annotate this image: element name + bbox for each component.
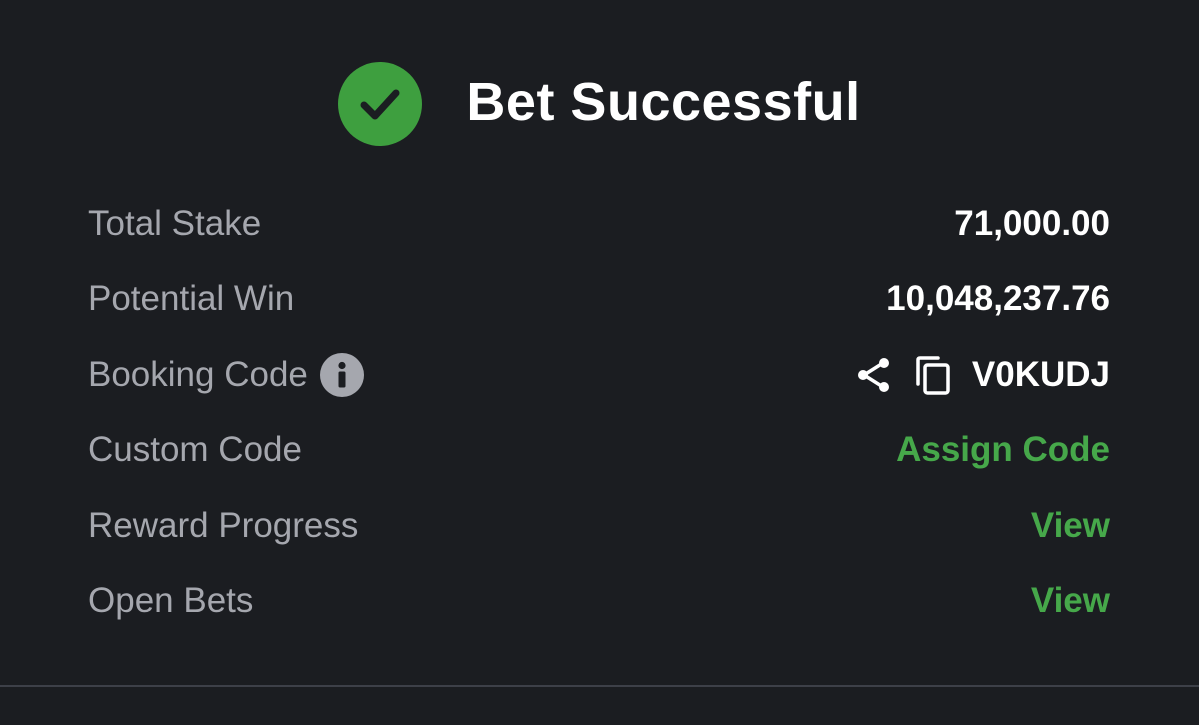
divider	[0, 685, 1199, 687]
booking-code-label: Booking Code	[88, 354, 308, 394]
row-booking-code: Booking Code V0KUDJ	[88, 337, 1110, 413]
total-stake-label: Total Stake	[88, 203, 262, 243]
reward-progress-view-link[interactable]: View	[1031, 506, 1110, 546]
booking-code-label-group: Booking Code	[88, 352, 364, 397]
bet-summary: Total Stake 71,000.00 Potential Win 10,0…	[88, 186, 1110, 639]
bet-success-header: Bet Successful	[0, 62, 1199, 146]
potential-win-label: Potential Win	[88, 279, 295, 319]
check-circle-icon	[338, 62, 423, 146]
row-total-stake: Total Stake 71,000.00	[88, 186, 1110, 262]
row-potential-win: Potential Win 10,048,237.76	[88, 262, 1110, 338]
assign-code-button[interactable]: Assign Code	[896, 430, 1110, 470]
open-bets-view-link[interactable]: View	[1031, 581, 1110, 621]
info-icon[interactable]	[319, 352, 364, 397]
copy-icon[interactable]	[914, 354, 954, 396]
row-open-bets: Open Bets View	[88, 564, 1110, 640]
reward-progress-label: Reward Progress	[88, 505, 359, 545]
potential-win-value: 10,048,237.76	[886, 279, 1110, 319]
share-icon[interactable]	[854, 355, 894, 395]
custom-code-label: Custom Code	[88, 430, 302, 470]
total-stake-value: 71,000.00	[954, 203, 1110, 243]
page-title: Bet Successful	[466, 72, 861, 132]
open-bets-label: Open Bets	[88, 581, 254, 621]
row-reward-progress: Reward Progress View	[88, 488, 1110, 564]
booking-code-value: V0KUDJ	[971, 354, 1110, 394]
booking-code-value-group: V0KUDJ	[854, 354, 1110, 396]
row-custom-code: Custom Code Assign Code	[88, 413, 1110, 489]
